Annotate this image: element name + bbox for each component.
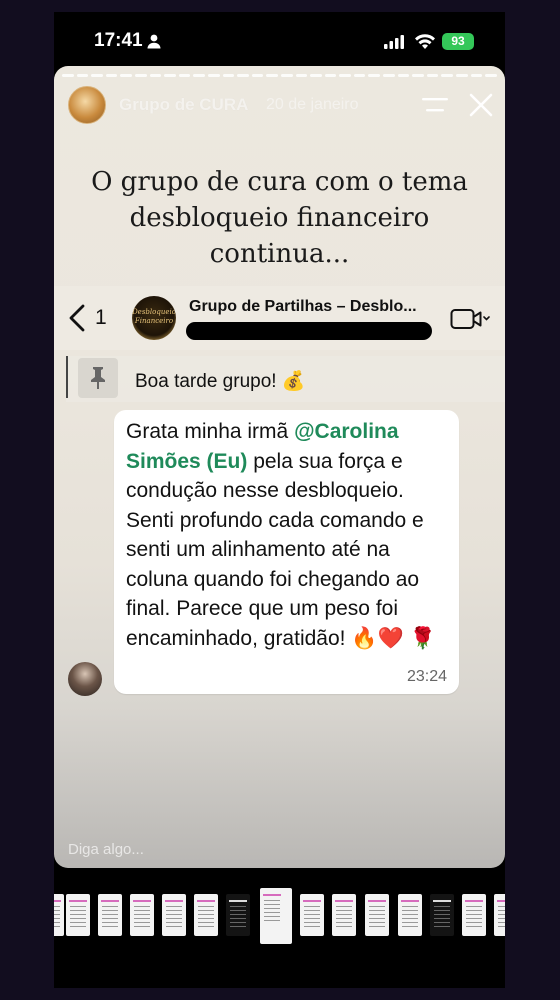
battery-indicator: 93: [442, 33, 474, 50]
chat-avatar-label: Desbloqueio Financeiro: [132, 308, 176, 325]
story-thumbnail[interactable]: [300, 894, 324, 936]
story-thumbnail[interactable]: [130, 894, 154, 936]
message-text: Grata minha irmã @Carolina Simões (Eu) p…: [126, 417, 456, 653]
group-avatar[interactable]: [68, 86, 106, 124]
story-thumbnail[interactable]: [430, 894, 454, 936]
story-progress: [62, 74, 497, 77]
menu-icon[interactable]: [422, 96, 448, 114]
story-thumbnail[interactable]: [332, 894, 356, 936]
back-icon[interactable]: [68, 304, 86, 332]
pinned-message-bar[interactable]: Boa tarde grupo! 💰: [66, 356, 505, 402]
story-caption: O grupo de cura com o tema desbloqueio f…: [91, 167, 468, 269]
video-icon[interactable]: [450, 308, 490, 330]
status-time: 17:41: [94, 30, 143, 51]
message-time: 23:24: [406, 668, 447, 685]
story-date: 20 de janeiro: [266, 96, 359, 113]
wifi-icon: [415, 34, 435, 49]
story-thumbnail[interactable]: [226, 894, 250, 936]
chat-header: 1 Desbloqueio Financeiro Grupo de Partil…: [54, 286, 505, 350]
signal-icon: [384, 35, 404, 49]
sender-avatar[interactable]: [68, 662, 102, 696]
story-thumbnail[interactable]: [462, 894, 486, 936]
back-count[interactable]: 1: [95, 306, 107, 330]
story-header: Grupo de CURA 20 de janeiro: [54, 86, 505, 130]
pin-indicator: [66, 356, 68, 398]
story-thumbnail[interactable]: [398, 894, 422, 936]
story-group-name[interactable]: Grupo de CURA: [119, 95, 248, 115]
story-card[interactable]: Grupo de CURA 20 de janeiro O grupo de c…: [54, 66, 505, 868]
story-thumbnail[interactable]: [98, 894, 122, 936]
message-text-before: Grata minha irmã: [126, 420, 295, 443]
story-thumbnail[interactable]: [54, 894, 64, 936]
pinned-message-text: Boa tarde grupo! 💰: [135, 371, 306, 392]
pin-icon: [91, 367, 105, 389]
person-icon: [147, 34, 161, 49]
story-thumbnail[interactable]: [66, 894, 90, 936]
story-thumbnail-strip: [54, 888, 505, 948]
story-thumbnail[interactable]: [365, 894, 389, 936]
reply-input[interactable]: Diga algo...: [68, 841, 144, 858]
phone-screen: 17:41 93 Grupo de CURA 20 de janeiro O g…: [54, 12, 505, 988]
message-bubble[interactable]: Grata minha irmã @Carolina Simões (Eu) p…: [114, 410, 459, 694]
story-thumbnail-active[interactable]: [260, 888, 292, 944]
chat-messages: Grata minha irmã @Carolina Simões (Eu) p…: [54, 406, 505, 706]
close-icon[interactable]: [468, 92, 494, 118]
story-thumbnail[interactable]: [494, 894, 505, 936]
story-thumbnail[interactable]: [162, 894, 186, 936]
story-thumbnail[interactable]: [194, 894, 218, 936]
chat-group-avatar[interactable]: Desbloqueio Financeiro: [132, 296, 176, 340]
redaction-bar: [186, 322, 432, 340]
message-text-after: pela sua força e condução nesse desbloqu…: [126, 449, 436, 650]
chat-title[interactable]: Grupo de Partilhas – Desblo...: [189, 298, 417, 316]
status-bar: 17:41 93: [54, 12, 505, 68]
